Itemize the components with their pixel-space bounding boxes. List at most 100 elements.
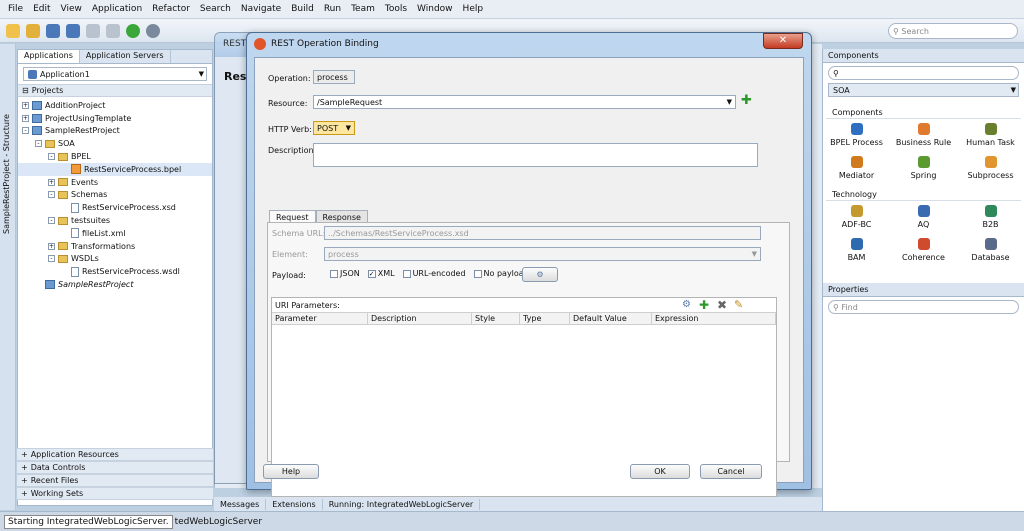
menu-search[interactable]: Search <box>195 4 236 14</box>
generate-icon[interactable]: ⚙ <box>682 299 691 310</box>
edit-parameter-icon[interactable]: ✎ <box>734 298 743 311</box>
palette-item[interactable]: Subprocess <box>957 154 1024 187</box>
checkbox[interactable] <box>402 269 411 278</box>
menu-team[interactable]: Team <box>346 4 380 14</box>
log-tab[interactable]: Running: IntegratedWebLogicServer <box>323 498 481 510</box>
redo-icon[interactable] <box>106 23 120 38</box>
tree-node[interactable]: RestServiceProcess.wsdl <box>18 265 212 278</box>
tree-node[interactable]: - WSDLs <box>18 253 212 266</box>
properties-find[interactable]: ⚲ Find <box>828 300 1019 314</box>
column-header[interactable]: Description <box>368 312 472 325</box>
expand-icon[interactable]: - <box>48 217 55 225</box>
search-input[interactable]: ⚲ Search <box>888 23 1018 39</box>
save-icon[interactable] <box>46 23 60 38</box>
http-verb-dropdown[interactable]: POST ▼ <box>313 121 355 135</box>
menu-tools[interactable]: Tools <box>380 4 412 14</box>
tree-node[interactable]: - testsuites <box>18 214 212 227</box>
column-header[interactable]: Parameter <box>272 312 368 325</box>
tree-node[interactable]: RestServiceProcess.bpel <box>18 162 212 176</box>
payload-option[interactable]: No payload <box>473 269 529 278</box>
checkbox[interactable] <box>330 269 338 278</box>
menu-edit[interactable]: Edit <box>28 4 55 14</box>
expand-icon[interactable]: - <box>48 255 55 263</box>
tree-node[interactable]: RestServiceProcess.xsd <box>18 201 212 214</box>
navigator-section[interactable]: + Working Sets <box>17 487 213 500</box>
expand-icon[interactable]: + <box>22 114 29 122</box>
tree-node[interactable]: - SOA <box>18 137 212 150</box>
column-header[interactable]: Default Value <box>570 312 652 325</box>
menu-view[interactable]: View <box>56 4 87 14</box>
palette-item[interactable]: Business Rule <box>890 121 957 154</box>
expand-icon[interactable]: + <box>48 178 55 186</box>
payload-option[interactable]: ✓ XML <box>367 269 395 278</box>
add-parameter-icon[interactable]: ✚ <box>699 298 709 312</box>
palette-item[interactable]: Database <box>957 236 1024 269</box>
ok-button[interactable]: OK <box>630 464 690 479</box>
help-button[interactable]: Help <box>263 464 319 479</box>
tree-node[interactable]: - SampleRestProject <box>18 125 212 138</box>
menu-run[interactable]: Run <box>319 4 346 14</box>
palette-item[interactable]: Spring <box>890 154 957 187</box>
chevron-down-icon[interactable]: ▼ <box>199 70 204 78</box>
projects-header[interactable]: ⊟ Projects <box>18 84 212 97</box>
undo-icon[interactable] <box>86 23 100 38</box>
palette-item[interactable]: BPEL Process <box>823 121 890 154</box>
tree-node[interactable]: - Schemas <box>18 189 212 202</box>
column-header[interactable]: Style <box>472 312 520 325</box>
payload-option[interactable]: JSON <box>330 269 360 278</box>
palette-item[interactable]: Mediator <box>823 154 890 187</box>
column-header[interactable]: Expression <box>652 312 776 325</box>
tree-node[interactable]: - BPEL <box>18 150 212 163</box>
tree-node[interactable]: + AdditionProject <box>18 99 212 112</box>
new-icon[interactable] <box>6 23 20 38</box>
navigator-section[interactable]: + Data Controls <box>17 461 213 474</box>
payload-option[interactable]: URL-encoded <box>402 269 466 278</box>
checkbox[interactable] <box>473 269 482 278</box>
components-search[interactable]: ⚲ <box>828 66 1019 80</box>
log-tab[interactable]: Messages <box>214 498 267 510</box>
back-icon[interactable] <box>126 23 140 38</box>
menu-help[interactable]: Help <box>458 4 489 14</box>
palette-selector[interactable]: SOA ▼ <box>828 83 1019 97</box>
log-tab[interactable]: Extensions <box>266 498 323 510</box>
application-selector[interactable]: Application1 ▼ <box>23 67 207 81</box>
open-icon[interactable] <box>26 23 40 38</box>
delete-parameter-icon[interactable]: ✖ <box>717 298 727 312</box>
navigator-tab[interactable]: Application Servers <box>80 50 171 63</box>
tree-node[interactable]: + Events <box>18 176 212 189</box>
add-resource-icon[interactable]: ✚ <box>741 94 752 107</box>
tree-node[interactable]: + ProjectUsingTemplate <box>18 112 212 125</box>
structure-strip[interactable]: SampleRestProject - Structure <box>0 44 16 510</box>
description-field[interactable] <box>313 143 758 167</box>
menu-navigate[interactable]: Navigate <box>236 4 286 14</box>
navigator-section[interactable]: + Recent Files <box>17 474 213 487</box>
menu-file[interactable]: File <box>3 4 28 14</box>
payload-edit-button[interactable]: ⚙ <box>522 267 558 282</box>
tree-node[interactable]: SampleRestProject <box>18 278 212 291</box>
expand-icon[interactable]: - <box>35 140 42 148</box>
tree-node[interactable]: + Transformations <box>18 240 212 253</box>
menu-window[interactable]: Window <box>412 4 458 14</box>
resource-dropdown[interactable]: /SampleRequest ▼ <box>313 95 736 109</box>
palette-item[interactable]: ADF-BC <box>823 203 890 236</box>
menu-refactor[interactable]: Refactor <box>147 4 195 14</box>
checkbox[interactable]: ✓ <box>367 269 376 278</box>
expand-icon[interactable]: + <box>48 242 55 250</box>
expand-icon[interactable]: + <box>22 101 29 109</box>
forward-icon[interactable] <box>146 23 160 38</box>
palette-item[interactable]: Human Task <box>957 121 1024 154</box>
navigator-section[interactable]: + Application Resources <box>17 448 213 461</box>
palette-item[interactable]: AQ <box>890 203 957 236</box>
palette-item[interactable]: BAM <box>823 236 890 269</box>
palette-item[interactable]: Coherence <box>890 236 957 269</box>
expand-icon[interactable]: - <box>22 127 29 135</box>
cancel-button[interactable]: Cancel <box>700 464 762 479</box>
palette-item[interactable]: B2B <box>957 203 1024 236</box>
menu-build[interactable]: Build <box>286 4 319 14</box>
column-header[interactable]: Type <box>520 312 570 325</box>
navigator-tab[interactable]: Applications <box>18 50 80 63</box>
menu-application[interactable]: Application <box>87 4 147 14</box>
expand-icon[interactable]: - <box>48 153 55 161</box>
save-all-icon[interactable] <box>66 23 80 38</box>
close-button[interactable]: ✕ <box>763 33 803 49</box>
